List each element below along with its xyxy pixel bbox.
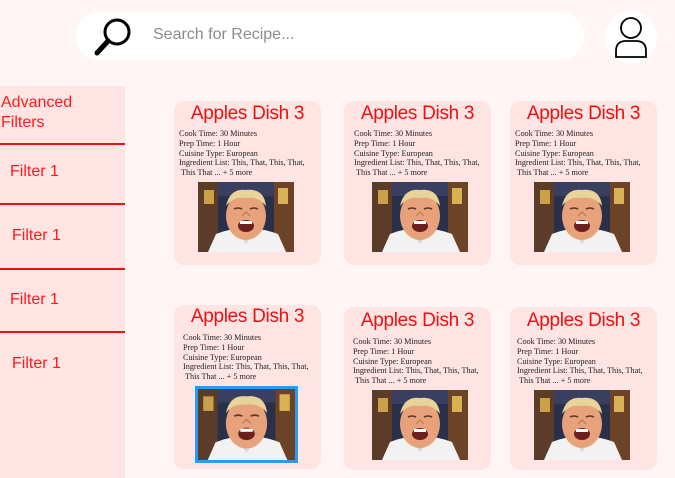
sidebar-divider: [0, 203, 125, 205]
ingredient-list: Ingredient List: This, That, This, That,: [354, 158, 480, 168]
recipe-title: Apples Dish 3: [360, 103, 475, 124]
cuisine-type: Cuisine Type: European: [515, 148, 594, 158]
prep-time: Prep Time: 1 Hour: [179, 138, 241, 148]
recipe-card[interactable]: Apples Dish 3 Cook Time: 30 Minutes Prep…: [174, 305, 321, 469]
filter-label: Filter 1: [12, 355, 61, 372]
cook-time: Cook Time: 30 Minutes: [183, 333, 262, 342]
sidebar-heading-line1: Advanced: [1, 94, 73, 111]
prep-time: Prep Time: 1 Hour: [183, 342, 245, 352]
user-icon: [615, 17, 647, 58]
ingredient-list-more: This That ... + 5 more: [185, 372, 257, 382]
cook-time: Cook Time: 30 Minutes: [353, 337, 432, 346]
recipe-card[interactable]: Apples Dish 3 Cook Time: 30 Minutes Prep…: [344, 307, 491, 470]
filter-label: Filter 1: [10, 291, 59, 308]
recipe-details: Cook Time: 30 Minutes Prep Time: 1 Hour …: [354, 129, 494, 178]
recipe-title: Apples Dish 3: [526, 310, 641, 331]
cuisine-type: Cuisine Type: European: [179, 148, 258, 158]
ingredient-list: Ingredient List: This, That, This, That,: [515, 158, 641, 168]
ingredient-list-more: This That ... + 5 more: [519, 376, 591, 386]
recipe-card[interactable]: Apples Dish 3 Cook Time: 30 Minutes Prep…: [174, 101, 321, 265]
recipe-details: Cook Time: 30 Minutes Prep Time: 1 Hour …: [517, 337, 657, 386]
recipe-card[interactable]: Apples Dish 3 Cook Time: 30 Minutes Prep…: [510, 101, 657, 265]
recipe-image[interactable]: [534, 390, 630, 460]
sidebar-heading: Advanced Filters: [1, 93, 72, 133]
sidebar-heading-line2: Filters: [1, 114, 45, 131]
ingredient-list: Ingredient List: This, That, This, That,: [517, 366, 643, 376]
recipe-image[interactable]: [372, 390, 468, 460]
sidebar-filter-4[interactable]: Filter 1: [0, 355, 125, 415]
filter-sidebar: Advanced Filters Filter 1 Filter 1 Filte…: [0, 86, 125, 478]
cook-time: Cook Time: 30 Minutes: [515, 129, 594, 138]
sidebar-filter-1[interactable]: Filter 1: [0, 163, 125, 223]
recipe-title: Apples Dish 3: [526, 103, 641, 124]
cuisine-type: Cuisine Type: European: [354, 148, 433, 158]
recipe-card[interactable]: Apples Dish 3 Cook Time: 30 Minutes Prep…: [344, 101, 491, 265]
cook-time: Cook Time: 30 Minutes: [517, 337, 596, 346]
recipe-image[interactable]: [534, 182, 630, 252]
ingredient-list-more: This That ... + 5 more: [181, 168, 253, 178]
recipe-image[interactable]: [198, 182, 294, 252]
cuisine-type: Cuisine Type: European: [353, 356, 432, 366]
prep-time: Prep Time: 1 Hour: [354, 138, 416, 148]
search-icon[interactable]: [90, 15, 134, 59]
cuisine-type: Cuisine Type: European: [517, 356, 596, 366]
recipe-title: Apples Dish 3: [360, 310, 475, 331]
ingredient-list: Ingredient List: This, That, This, That,: [179, 158, 305, 168]
recipe-image-selected[interactable]: [195, 386, 298, 463]
recipe-details: Cook Time: 30 Minutes Prep Time: 1 Hour …: [515, 129, 655, 178]
recipe-details: Cook Time: 30 Minutes Prep Time: 1 Hour …: [179, 129, 319, 178]
cook-time: Cook Time: 30 Minutes: [179, 129, 258, 138]
sidebar-filter-2[interactable]: Filter 1: [0, 227, 125, 287]
cuisine-type: Cuisine Type: European: [183, 352, 262, 362]
sidebar-divider: [0, 331, 125, 333]
sidebar-filter-3[interactable]: Filter 1: [0, 291, 125, 351]
user-profile-button[interactable]: [605, 11, 657, 63]
ingredient-list: Ingredient List: This, That, This, That,: [183, 362, 309, 372]
recipe-image[interactable]: [372, 182, 468, 252]
filter-label: Filter 1: [10, 163, 59, 180]
search-bar[interactable]: Search for Recipe...: [76, 12, 584, 60]
ingredient-list: Ingredient List: This, That, This, That,: [353, 366, 479, 376]
ingredient-list-more: This That ... + 5 more: [356, 168, 428, 178]
prep-time: Prep Time: 1 Hour: [353, 346, 415, 356]
prep-time: Prep Time: 1 Hour: [515, 138, 577, 148]
sidebar-divider: [0, 143, 125, 145]
ingredient-list-more: This That ... + 5 more: [517, 168, 589, 178]
cook-time: Cook Time: 30 Minutes: [354, 129, 433, 138]
recipe-card[interactable]: Apples Dish 3 Cook Time: 30 Minutes Prep…: [510, 307, 657, 470]
ingredient-list-more: This That ... + 5 more: [355, 376, 427, 386]
recipe-details: Cook Time: 30 Minutes Prep Time: 1 Hour …: [353, 337, 493, 386]
recipe-title: Apples Dish 3: [190, 306, 305, 327]
filter-label: Filter 1: [12, 227, 61, 244]
search-input[interactable]: Search for Recipe...: [153, 26, 294, 44]
sidebar-divider: [0, 268, 125, 270]
recipe-details: Cook Time: 30 Minutes Prep Time: 1 Hour …: [183, 333, 323, 382]
prep-time: Prep Time: 1 Hour: [517, 346, 579, 356]
recipe-title: Apples Dish 3: [190, 103, 305, 124]
